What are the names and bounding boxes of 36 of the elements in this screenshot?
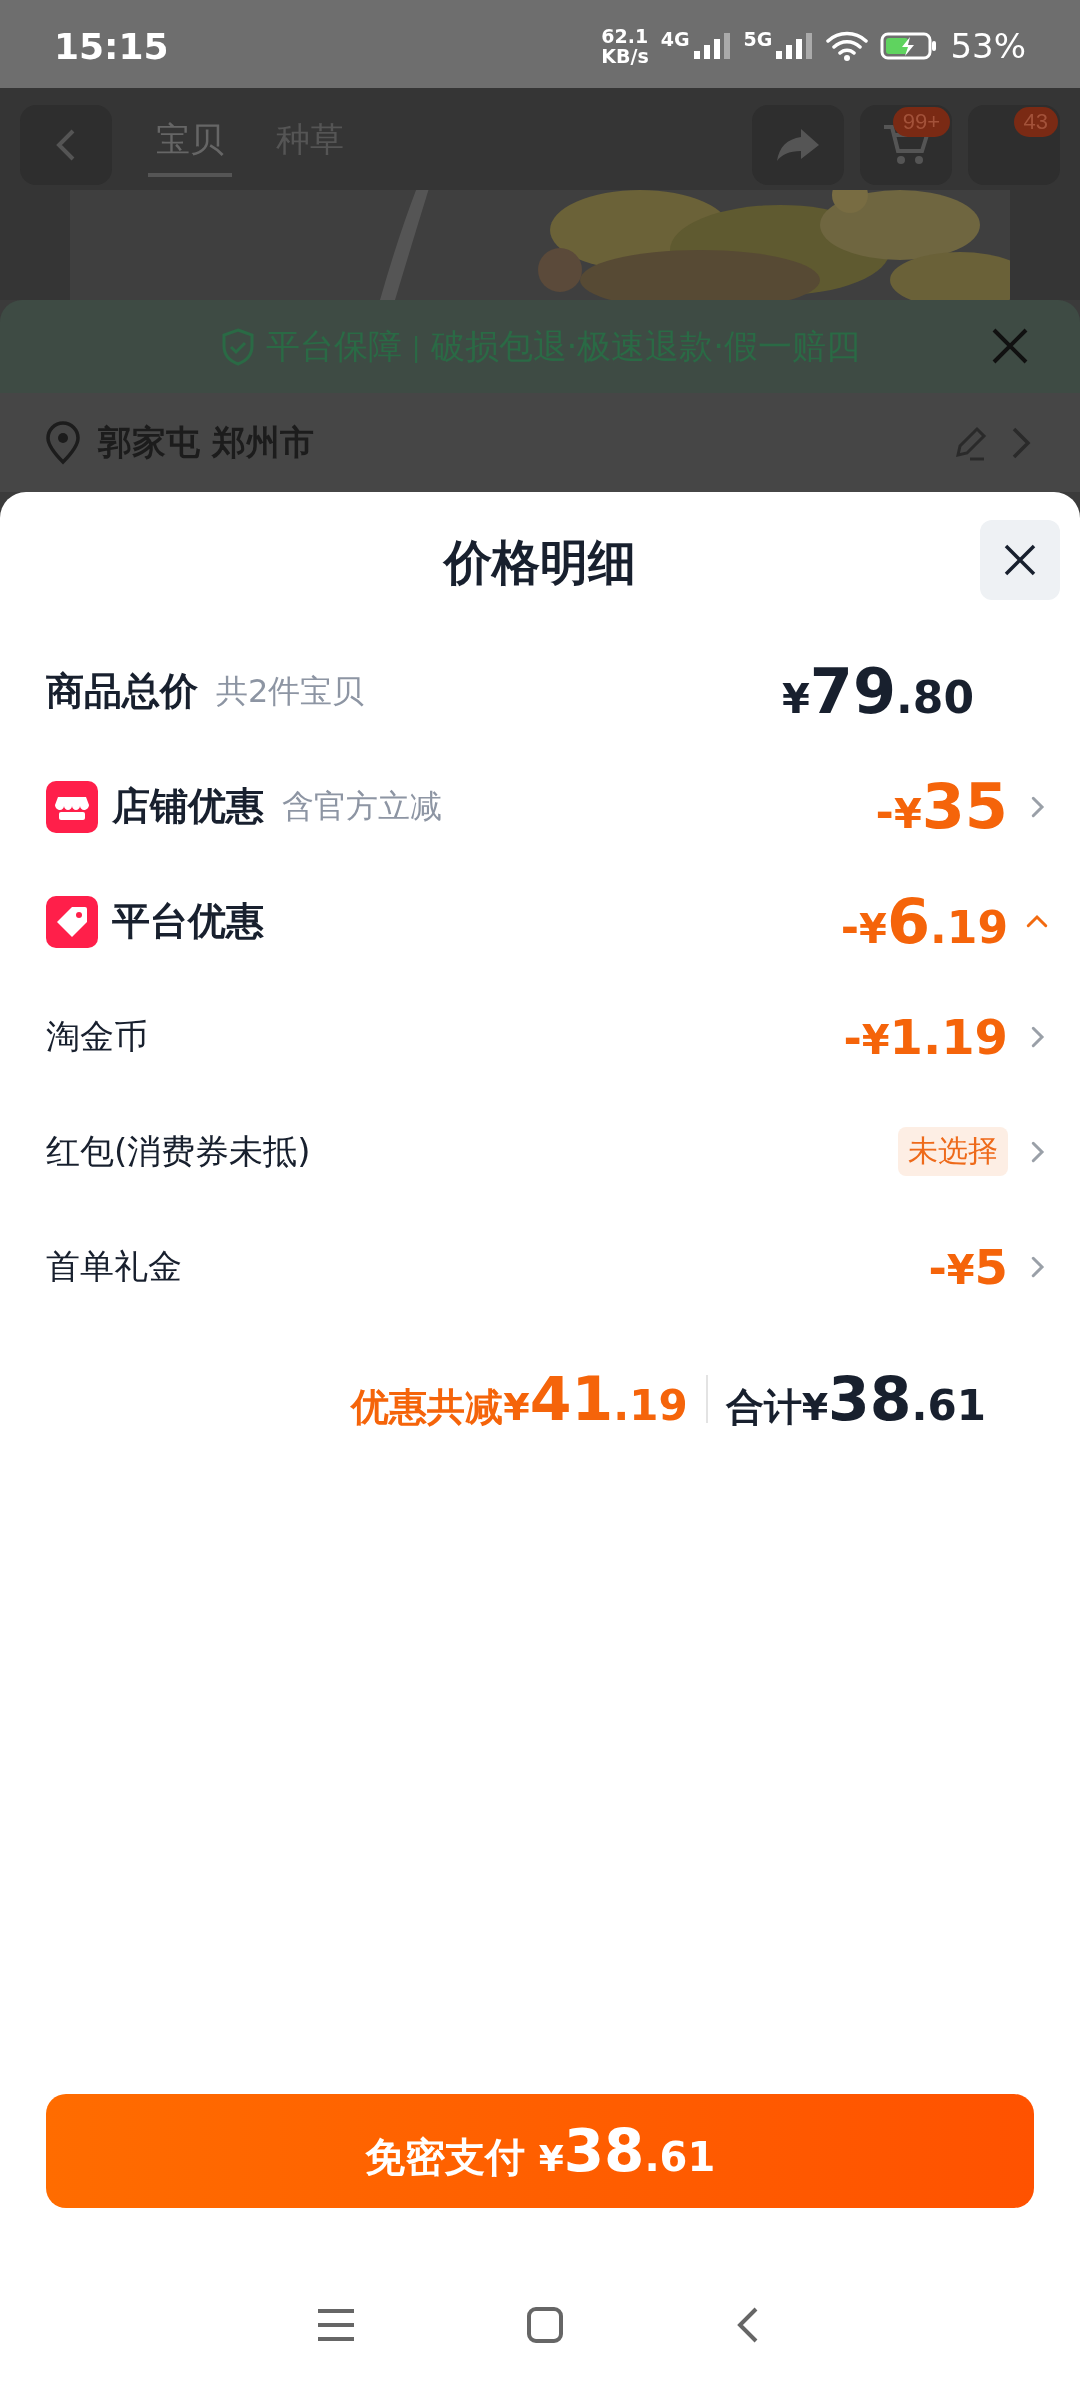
location-pin-icon [44, 420, 82, 465]
discount-amount: -¥35 [875, 770, 1008, 843]
row-note: 含官方立减 [282, 785, 442, 827]
row-label: 商品总价 [46, 668, 198, 715]
wifi-icon [826, 30, 869, 62]
total-amount: 合计¥38.61 [725, 1364, 986, 1434]
network-label: 5G [743, 28, 773, 50]
network-label: 4G [660, 28, 690, 50]
price-text: ¥79.80 [781, 655, 974, 728]
row-label: 红包(消费券未抵) [46, 1129, 311, 1173]
sheet-title: 价格明细 [444, 533, 636, 592]
menu-icon[interactable] [316, 2307, 356, 2343]
separator-text: | [411, 331, 421, 362]
row-label: 首单礼金 [46, 1244, 182, 1288]
row-label: 淘金币 [46, 1014, 148, 1058]
row-note: 共2件宝贝 [216, 670, 365, 712]
share-button[interactable] [752, 105, 844, 185]
network-speed: 62.1 KB/s [601, 26, 649, 66]
store-icon [46, 780, 98, 833]
discount-amount: -¥5 [928, 1238, 1008, 1295]
row-label: 平台优惠 [112, 898, 264, 945]
status-tag: 未选择 [898, 1127, 1008, 1176]
discount-total: 优惠共减¥41.19 [351, 1364, 688, 1434]
battery-icon [880, 31, 939, 61]
tag-icon [46, 895, 98, 948]
home-icon[interactable] [526, 2306, 564, 2344]
discount-amount: -¥1.19 [843, 1008, 1008, 1065]
close-button[interactable] [980, 520, 1060, 600]
close-icon[interactable] [990, 326, 1030, 366]
signal-icon [774, 31, 815, 61]
signal-icon [691, 31, 732, 61]
status-time: 15:15 [54, 25, 169, 67]
battery-level: 53% [950, 26, 1026, 66]
discount-amount: -¥6.19 [840, 885, 1008, 958]
pay-button[interactable]: 免密支付 ¥38.61 [46, 2094, 1034, 2208]
row-label: 店铺优惠 [112, 783, 264, 830]
